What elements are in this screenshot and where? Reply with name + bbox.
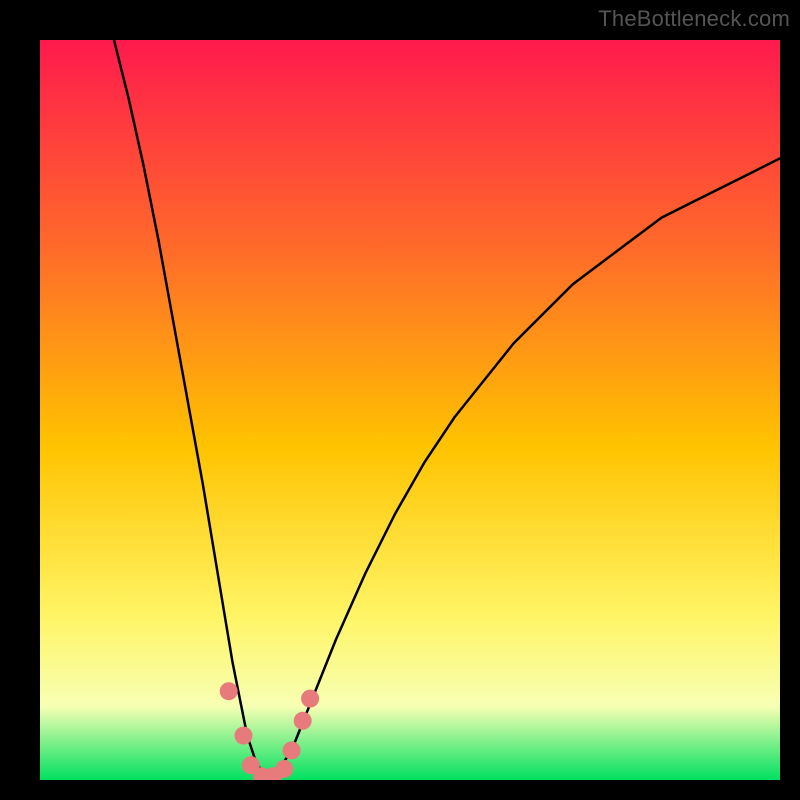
- data-marker: [301, 690, 319, 708]
- data-marker: [220, 682, 238, 700]
- attribution-text: TheBottleneck.com: [598, 6, 790, 32]
- chart-frame: TheBottleneck.com: [0, 0, 800, 800]
- data-marker: [294, 712, 312, 730]
- gradient-background: [40, 40, 780, 780]
- bottleneck-chart: [40, 40, 780, 780]
- data-marker: [283, 741, 301, 759]
- data-marker: [235, 727, 253, 745]
- data-marker: [275, 760, 293, 778]
